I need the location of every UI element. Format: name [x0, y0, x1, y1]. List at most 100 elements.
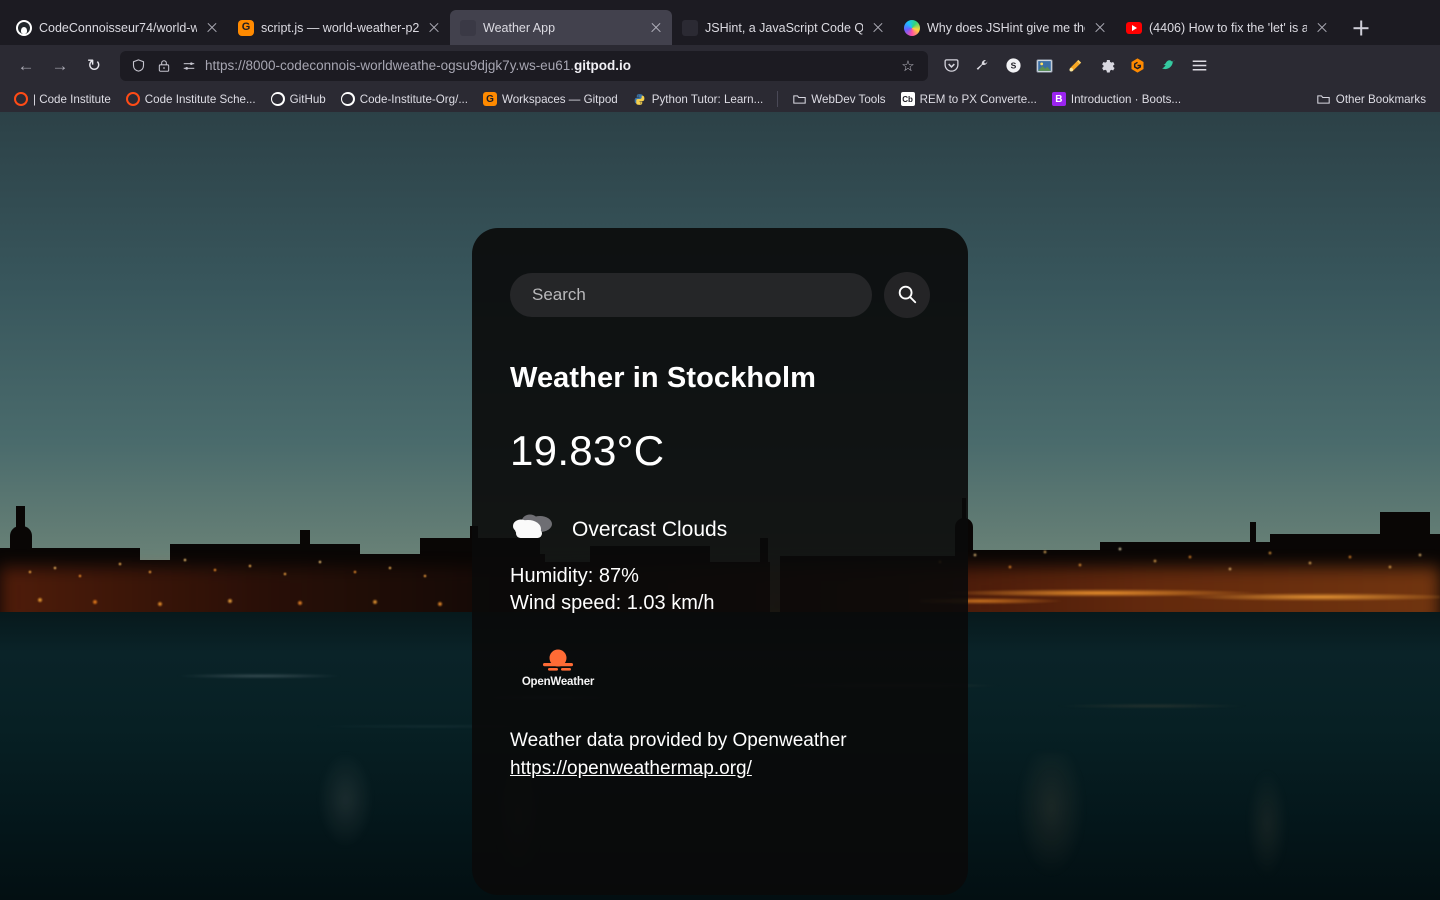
tab-title: JSHint, a JavaScript Code Quality To [705, 20, 863, 35]
python-icon [633, 92, 647, 106]
github-icon [340, 92, 355, 106]
bookmark-item-3[interactable]: Code-Institute-Org/... [335, 90, 474, 108]
bookmark-label: GitHub [289, 92, 326, 106]
bootstrap-icon: B [1051, 92, 1066, 106]
url-text[interactable]: https://8000-codeconnois-worldweathe-ogs… [205, 58, 890, 73]
code-institute-icon [14, 92, 28, 106]
browser-tab-0[interactable]: CodeConnoisseur74/world-weat [6, 10, 228, 45]
lock-warning-icon[interactable] [155, 57, 172, 74]
browser-chrome: CodeConnoisseur74/world-weat G script.js… [0, 0, 1440, 112]
bookmark-label: REM to PX Converte... [919, 92, 1037, 106]
cb-icon: Cb [900, 92, 915, 106]
bookmark-label: Code-Institute-Org/... [359, 92, 468, 106]
screenshot-icon[interactable] [1031, 53, 1057, 79]
bookmark-label: Python Tutor: Learn... [651, 92, 764, 106]
search-row [510, 272, 930, 318]
s-badge-icon[interactable]: S [1000, 53, 1026, 79]
browser-tab-4[interactable]: Why does JSHint give me these \u2039 [894, 10, 1116, 45]
gitpod-icon: G [482, 92, 497, 106]
browser-tab-1[interactable]: G script.js — world-weather-p2 — [228, 10, 450, 45]
pocket-icon[interactable] [938, 53, 964, 79]
github-icon [270, 92, 285, 106]
bookmark-item-0[interactable]: | Code Institute [8, 90, 117, 108]
back-button[interactable]: ← [10, 50, 42, 82]
wrench-icon[interactable] [969, 53, 995, 79]
bookmarks-bar: | Code Institute Code Institute Sche... … [0, 86, 1440, 112]
toolbar-icons: S [938, 53, 1212, 79]
bookmark-item-6[interactable]: WebDev Tools [786, 90, 891, 108]
tab-close-button[interactable] [426, 20, 442, 36]
condition-text: Overcast Clouds [572, 517, 728, 541]
tab-close-button[interactable] [1092, 20, 1108, 36]
bookmark-item-4[interactable]: G Workspaces — Gitpod [477, 90, 624, 108]
bird-icon[interactable] [1155, 53, 1181, 79]
city-lights-left [0, 542, 470, 622]
bookmark-item-7[interactable]: Cb REM to PX Converte... [895, 90, 1043, 108]
tab-title: script.js — world-weather-p2 — [261, 20, 419, 35]
tab-strip: CodeConnoisseur74/world-weat G script.js… [0, 0, 1440, 45]
folder-icon [792, 92, 806, 106]
city-lights-right [920, 527, 1440, 622]
bookmark-label: WebDev Tools [811, 92, 886, 106]
bookmark-item-5[interactable]: Python Tutor: Learn... [627, 90, 770, 108]
bookmark-item-1[interactable]: Code Institute Sche... [120, 90, 262, 108]
tab-close-button[interactable] [204, 20, 220, 36]
page-title: Weather in Stockholm [510, 362, 817, 394]
honey-icon[interactable] [1062, 53, 1088, 79]
tab-close-button[interactable] [1314, 20, 1330, 36]
tab-close-button[interactable] [870, 20, 886, 36]
tab-title: Weather App [483, 20, 556, 35]
weather-card: Weather in Stockholm 19.83°C Overcast Cl… [472, 228, 968, 895]
bookmarks-divider [777, 91, 779, 107]
shield-icon[interactable] [130, 57, 147, 74]
attribution-text: Weather data provided by Openweather [510, 730, 847, 751]
search-button[interactable] [884, 272, 930, 318]
code-institute-icon [125, 92, 140, 106]
gear-icon[interactable] [1093, 53, 1119, 79]
tab-title: (4406) How to fix the 'let' is avai [1149, 20, 1307, 35]
address-bar[interactable]: https://8000-codeconnois-worldweathe-ogs… [120, 50, 928, 81]
bookmark-label: | Code Institute [33, 92, 111, 106]
page-permissions-icon[interactable] [180, 57, 197, 74]
folder-icon [1317, 92, 1331, 106]
other-bookmarks-button[interactable]: Other Bookmarks [1311, 90, 1432, 108]
svg-text:S: S [1010, 61, 1016, 71]
bookmark-label: Code Institute Sche... [144, 92, 256, 106]
attribution-link[interactable]: https://openweathermap.org/ [510, 758, 752, 780]
tab-title: CodeConnoisseur74/world-weat [39, 20, 197, 35]
humidity-value: Humidity: 87% [510, 565, 639, 587]
temperature-value: 19.83°C [510, 427, 665, 474]
youtube-icon [1126, 20, 1142, 36]
bookmark-label: Introduction · Boots... [1070, 92, 1182, 106]
overcast-clouds-icon [510, 511, 558, 548]
tab-close-button[interactable] [648, 20, 664, 36]
tab-title: Why does JSHint give me these \u2039 [927, 20, 1085, 35]
gitpod-extension-icon[interactable] [1124, 53, 1150, 79]
bookmark-star-icon[interactable]: ☆ [898, 57, 918, 75]
jshint-icon [682, 19, 698, 36]
browser-tab-5[interactable]: (4406) How to fix the 'let' is avai [1116, 10, 1338, 45]
new-tab-button[interactable] [1344, 11, 1378, 45]
wind-speed-value: Wind speed: 1.03 km/h [510, 592, 715, 614]
url-domain: gitpod.io [573, 58, 631, 73]
condition-row: Overcast Clouds [510, 511, 930, 548]
github-icon [16, 19, 32, 36]
search-input[interactable] [510, 273, 872, 317]
openweather-logo: OpenWeather [510, 647, 606, 688]
bookmark-item-8[interactable]: B Introduction · Boots... [1046, 90, 1187, 108]
search-icon [896, 283, 918, 308]
browser-tab-3[interactable]: JSHint, a JavaScript Code Quality To [672, 10, 894, 45]
app-menu-icon[interactable] [1186, 53, 1212, 79]
openweather-logo-text: OpenWeather [521, 676, 595, 688]
url-prefix: https://8000-codeconnois-worldweathe-ogs… [205, 58, 574, 73]
page-viewport: Weather in Stockholm 19.83°C Overcast Cl… [0, 112, 1440, 900]
navigation-toolbar: ← → ↻ https://8000-codeconnois-worldweat… [0, 45, 1440, 86]
gitpod-icon: G [238, 19, 254, 36]
bookmark-item-2[interactable]: GitHub [265, 90, 332, 108]
forward-button[interactable]: → [44, 50, 76, 82]
browser-tab-2-active[interactable]: Weather App [450, 10, 672, 45]
bookmark-label: Workspaces — Gitpod [501, 92, 618, 106]
stackoverflow-icon [904, 19, 920, 36]
reload-button[interactable]: ↻ [78, 50, 110, 82]
blank-icon [460, 19, 476, 36]
